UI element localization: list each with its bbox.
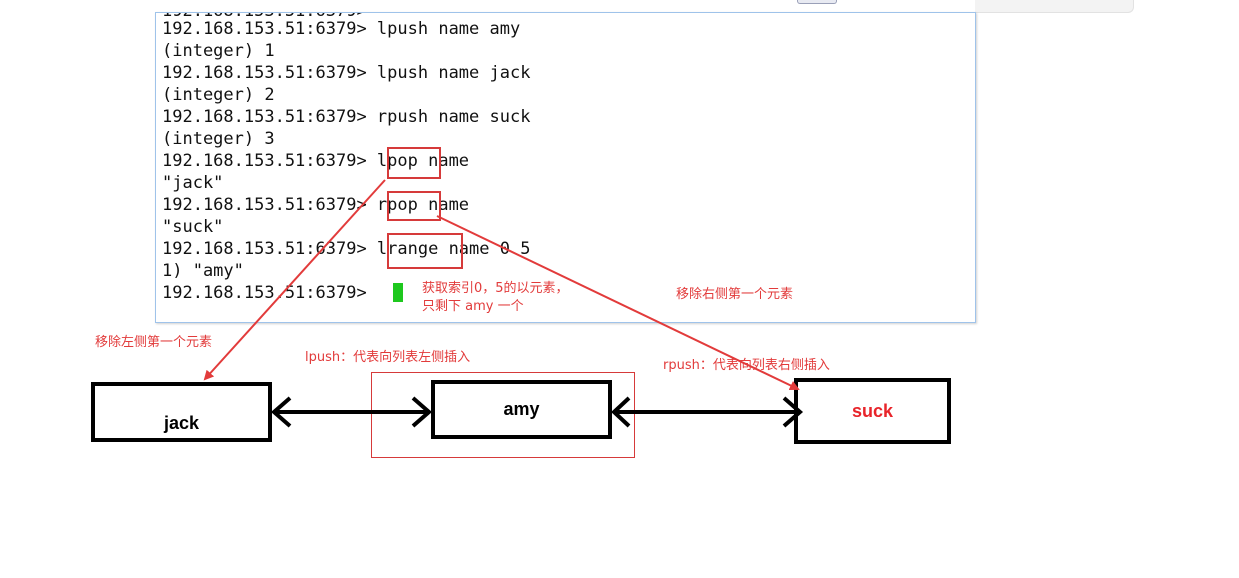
lpop-pointer-arrow [203,179,386,381]
rpop-pointer-arrow [436,215,800,391]
diagram-arrows [203,179,804,428]
